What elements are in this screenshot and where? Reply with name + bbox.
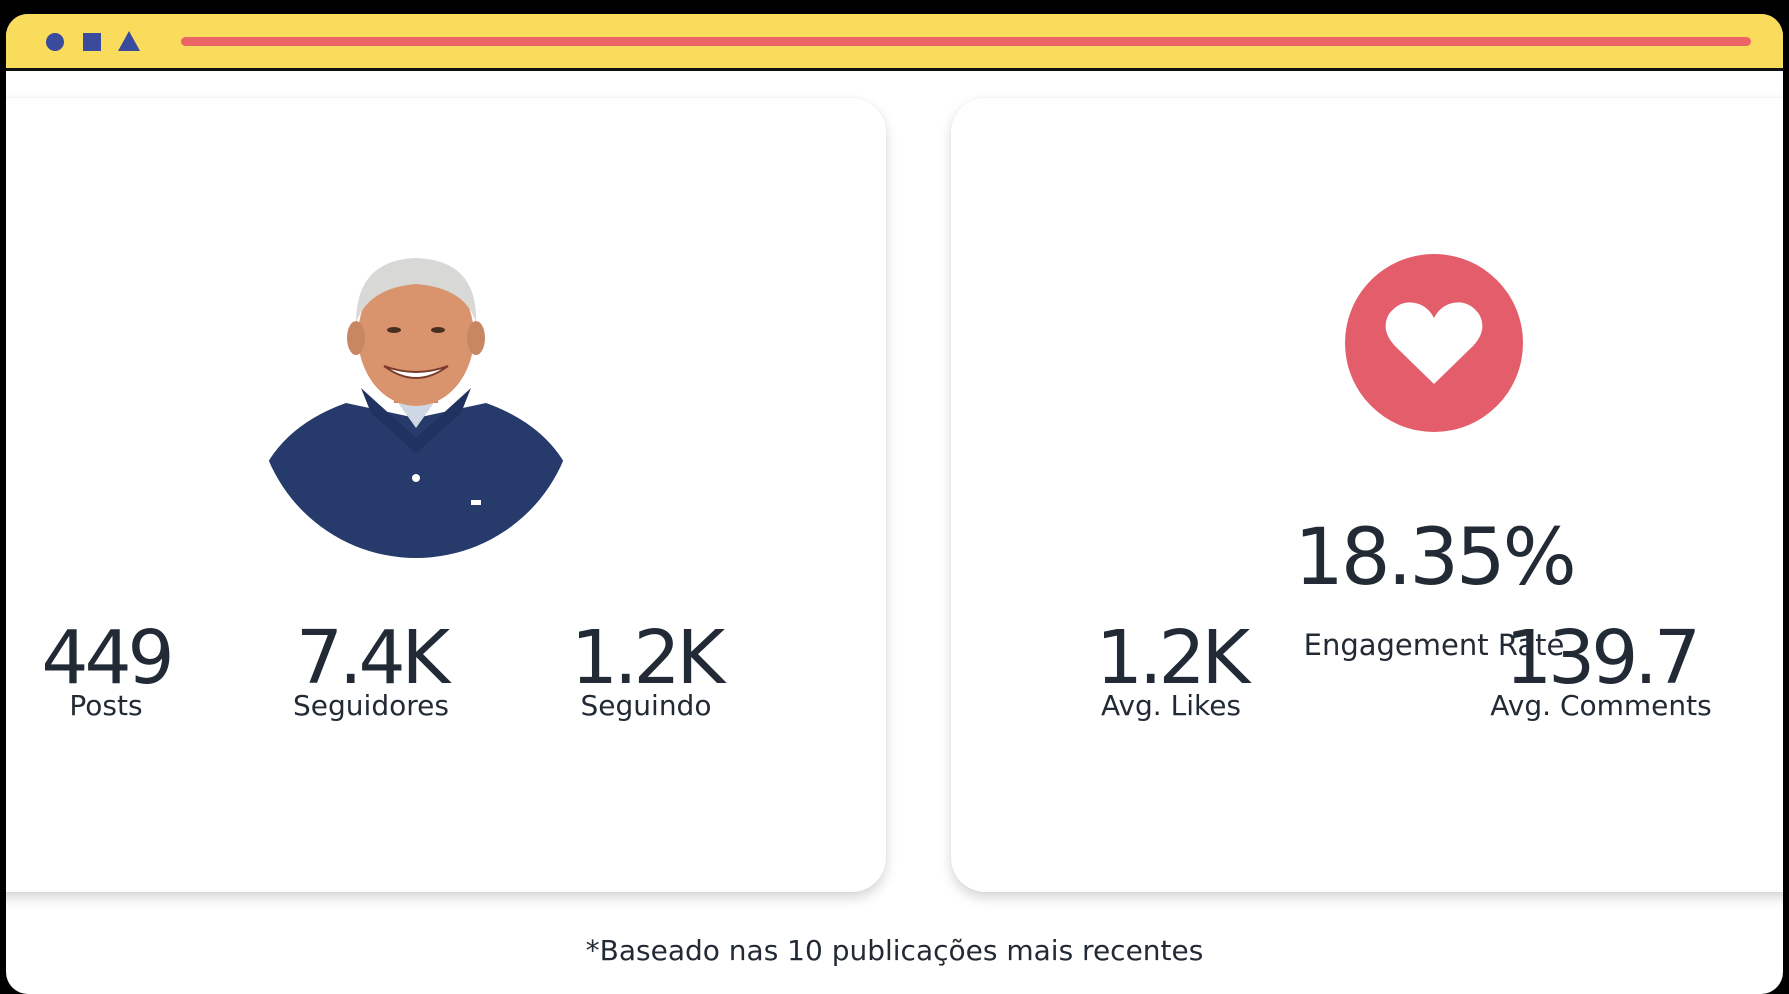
avg-likes-label: Avg. Likes [1100, 689, 1242, 722]
engagement-card: 18.35% Engagement Rate 1.2K Avg. Likes 1… [951, 98, 1783, 892]
avg-comments-value: 139.7 [1505, 615, 1701, 701]
avg-likes-value: 1.2K [1095, 615, 1250, 701]
browser-window: 449 Posts 7.4K Seguidores 1.2K Seguindo … [6, 14, 1783, 994]
following-stat: 1.2K Seguindo [531, 620, 761, 722]
avg-comments-label: Avg. Comments [1490, 689, 1712, 722]
triangle-icon[interactable] [118, 31, 140, 51]
circle-icon[interactable] [46, 33, 64, 51]
address-bar[interactable] [181, 37, 1751, 46]
profile-card: 449 Posts 7.4K Seguidores 1.2K Seguindo [6, 98, 886, 892]
followers-value: 7.4K [295, 615, 450, 701]
engagement-rate-value: 18.35% [1294, 513, 1576, 603]
following-label: Seguindo [580, 689, 712, 722]
posts-value: 449 [41, 615, 174, 701]
followers-stat: 7.4K Seguidores [246, 620, 496, 722]
avg-likes-stat: 1.2K Avg. Likes [1071, 620, 1271, 722]
footnote: *Baseado nas 10 publicações mais recente… [585, 934, 1204, 967]
following-value: 1.2K [570, 615, 725, 701]
heart-icon [1385, 302, 1483, 384]
avatar [256, 238, 576, 558]
posts-stat: 449 Posts [16, 620, 196, 722]
profile-photo [256, 258, 576, 558]
heart-badge [1345, 254, 1523, 432]
followers-label: Seguidores [293, 689, 449, 722]
avg-comments-stat: 139.7 Avg. Comments [1471, 620, 1731, 722]
title-bar [6, 14, 1783, 71]
square-icon[interactable] [83, 33, 101, 51]
